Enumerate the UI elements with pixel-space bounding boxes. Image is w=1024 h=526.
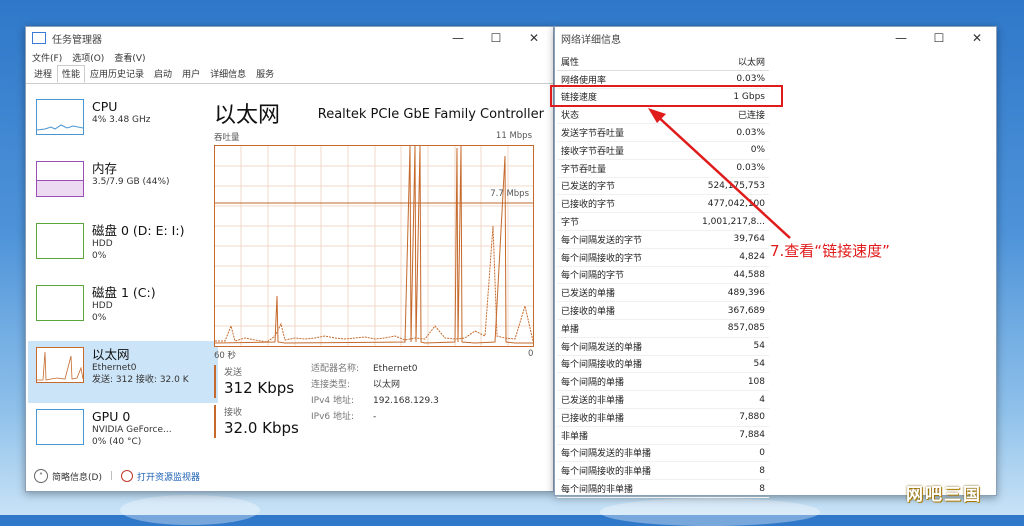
watermark-logo: 网吧三国	[906, 485, 982, 505]
annotation-text: 7.查看“链接速度”	[770, 242, 890, 260]
